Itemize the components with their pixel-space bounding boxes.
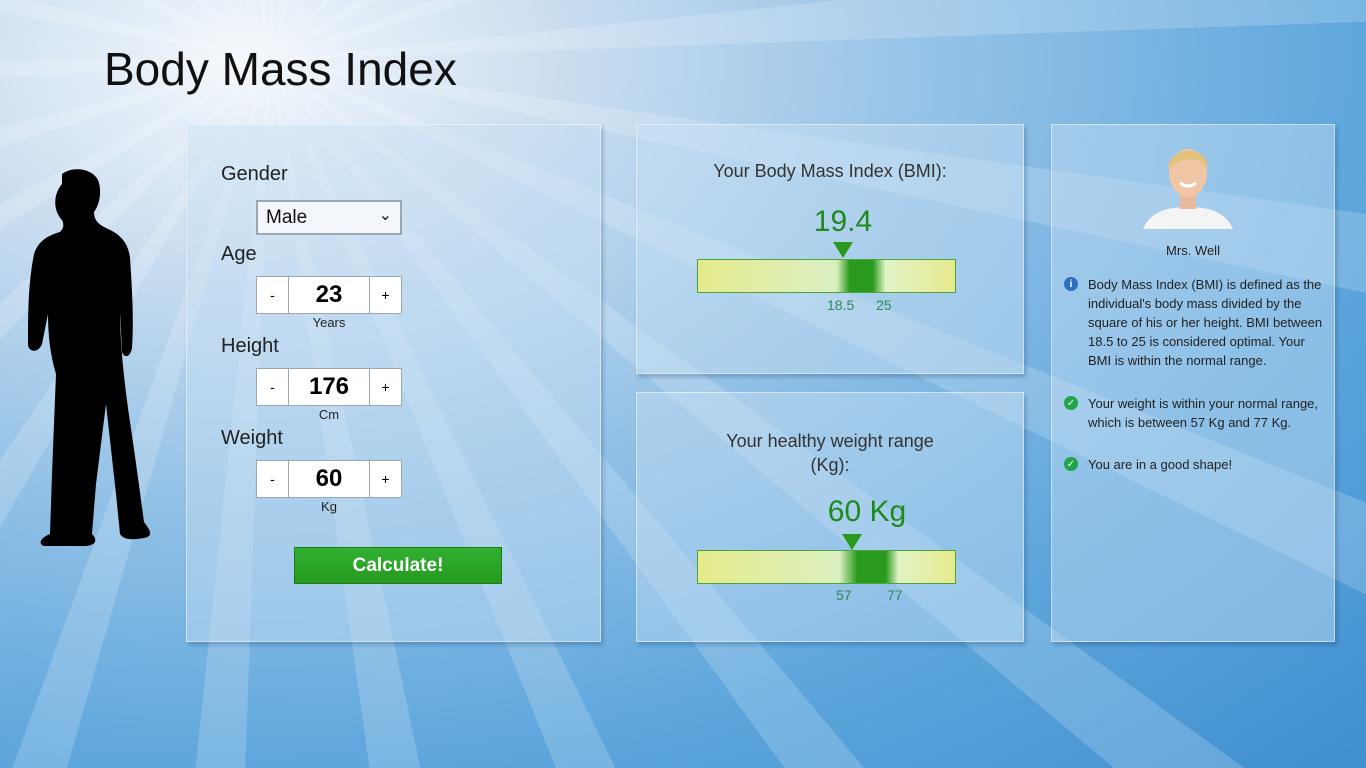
age-unit: Years	[312, 315, 346, 330]
weight-range-panel: Your healthy weight range (Kg): 60 Kg 57…	[636, 392, 1024, 642]
weight-input[interactable]: 60	[289, 460, 369, 498]
age-increment-button[interactable]: +	[369, 276, 402, 314]
weight-high-tick: 77	[887, 587, 903, 603]
weight-range-value: 60 Kg	[827, 495, 907, 528]
gender-value: Male	[266, 207, 308, 228]
bmi-pointer-icon	[833, 242, 853, 258]
check-icon: ✓	[1064, 396, 1078, 410]
info-note-text: Body Mass Index (BMI) is defined as the …	[1088, 277, 1323, 368]
bmi-value: 19.4	[813, 205, 873, 238]
age-stepper: -23 +	[256, 276, 402, 314]
weight-range-title: Your healthy weight range (Kg):	[726, 431, 934, 475]
shape-note: ✓ You are in a good shape!	[1062, 455, 1328, 474]
bmi-scale-bar	[697, 259, 956, 293]
height-decrement-button[interactable]: -	[256, 368, 289, 406]
page-title: Body Mass Index	[104, 43, 457, 95]
gender-label: Gender	[221, 163, 288, 185]
weight-scale-bar	[697, 550, 956, 584]
height-label: Height	[221, 335, 279, 357]
gender-select[interactable]: Male ⌄	[256, 200, 402, 235]
weight-stepper: -60 +	[256, 460, 402, 498]
height-unit: Cm	[318, 407, 340, 422]
input-panel: Gender Male ⌄ Age -23 + Years Height -176 +…	[186, 124, 601, 642]
weight-label: Weight	[221, 427, 283, 449]
person-silhouette	[28, 169, 151, 546]
calculate-button[interactable]: Calculate!	[294, 547, 502, 584]
advisor-panel: Mrs. Well i Body Mass Index (BMI) is defi…	[1051, 124, 1335, 642]
age-input[interactable]: 23	[289, 276, 369, 314]
height-input[interactable]: 176	[289, 368, 369, 406]
chevron-down-icon: ⌄	[378, 207, 392, 224]
bmi-high-tick: 25	[876, 297, 892, 313]
weight-increment-button[interactable]: +	[369, 460, 402, 498]
weight-unit: Kg	[321, 499, 337, 514]
age-decrement-button[interactable]: -	[256, 276, 289, 314]
bmi-title: Your Body Mass Index (BMI):	[713, 161, 947, 181]
weight-note-text: Your weight is within your normal range,…	[1088, 396, 1319, 430]
weight-pointer-icon	[842, 534, 862, 550]
bmi-low-tick: 18.5	[827, 297, 855, 313]
info-note: i Body Mass Index (BMI) is defined as the…	[1062, 275, 1328, 370]
info-icon: i	[1064, 277, 1078, 291]
weight-decrement-button[interactable]: -	[256, 460, 289, 498]
advisor-avatar	[1143, 149, 1233, 229]
weight-low-tick: 57	[836, 587, 852, 603]
weight-note: ✓ Your weight is within your normal range…	[1062, 394, 1328, 432]
bmi-panel: Your Body Mass Index (BMI): 19.4 18.5 25	[636, 124, 1024, 374]
height-increment-button[interactable]: +	[369, 368, 402, 406]
advisor-name: Mrs. Well	[1166, 243, 1220, 258]
height-stepper: -176 +	[256, 368, 402, 406]
check-icon: ✓	[1064, 457, 1078, 471]
shape-note-text: You are in a good shape!	[1088, 457, 1233, 472]
age-label: Age	[221, 243, 257, 265]
